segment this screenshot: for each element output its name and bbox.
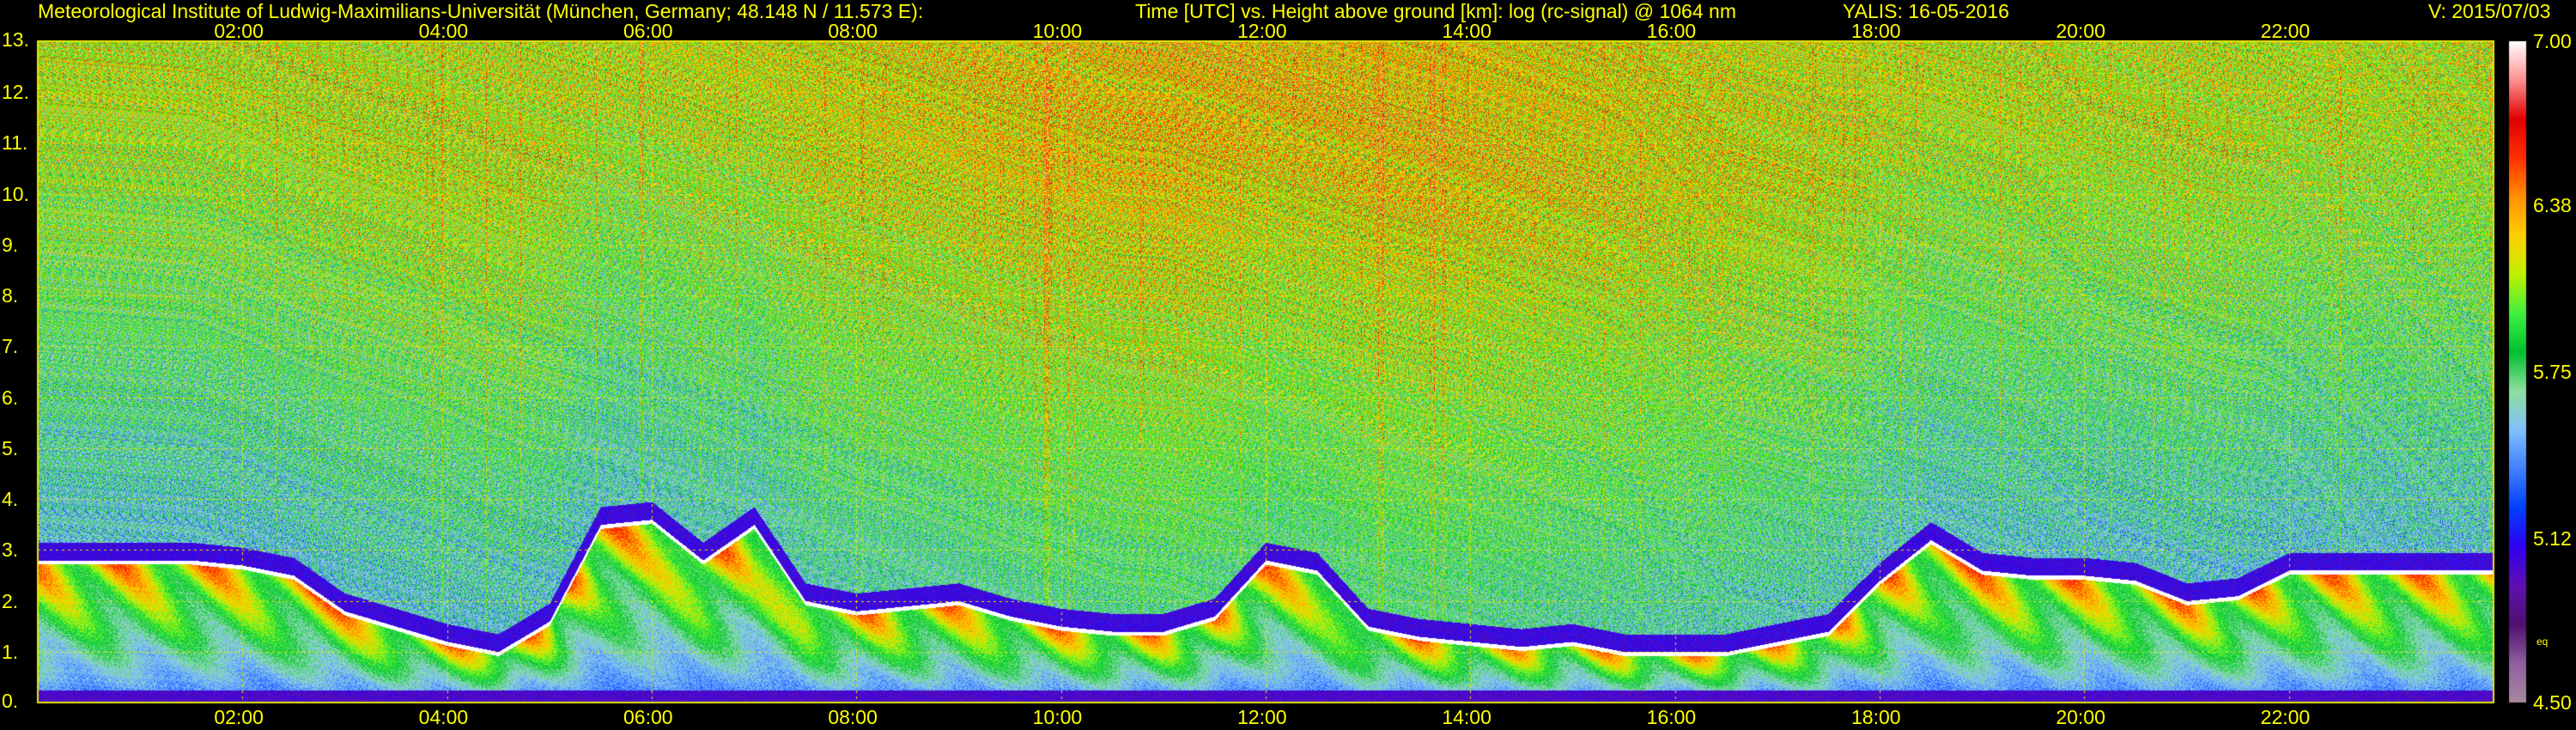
x-tick-label-bottom: 14:00 <box>1442 706 1492 728</box>
y-tick-label: 11. <box>2 131 28 155</box>
x-tick-label-top: 04:00 <box>418 20 469 42</box>
x-tick-label-bottom: 22:00 <box>2260 706 2311 728</box>
y-tick-label: 9. <box>2 233 19 256</box>
x-tick-label-top: 16:00 <box>1646 20 1697 42</box>
institute-title: Meteorological Institute of Ludwig-Maxim… <box>38 0 924 22</box>
colorbar-tick-label: 5.75 <box>2533 361 2572 383</box>
y-tick-label: 6. <box>2 386 19 409</box>
y-tick-label: 13. <box>2 28 29 51</box>
x-tick-label-bottom: 18:00 <box>1851 706 1901 728</box>
x-tick-label-top: 06:00 <box>623 20 673 42</box>
colorbar-tick-label: 4.50 <box>2533 691 2572 714</box>
x-tick-label-bottom: 06:00 <box>623 706 673 728</box>
colorbar-tick-label: 5.12 <box>2533 527 2572 551</box>
lidar-heatmap <box>0 0 2576 730</box>
x-tick-label-bottom: 10:00 <box>1032 706 1083 728</box>
x-tick-label-top: 12:00 <box>1237 20 1287 42</box>
x-tick-label-top: 20:00 <box>2056 20 2105 42</box>
colorbar-tick-label: 7.00 <box>2533 30 2572 52</box>
x-tick-label-bottom: 02:00 <box>214 706 264 728</box>
x-tick-label-top: 10:00 <box>1032 20 1083 42</box>
x-tick-label-bottom: 08:00 <box>828 706 878 728</box>
y-tick-label: 1. <box>2 640 19 663</box>
y-tick-label: 3. <box>2 538 19 562</box>
x-tick-label-bottom: 12:00 <box>1237 706 1287 728</box>
y-tick-label: 0. <box>2 690 19 712</box>
colorbar-note: eq <box>2537 636 2549 648</box>
y-tick-label: 8. <box>2 284 19 307</box>
x-tick-label-bottom: 04:00 <box>418 706 469 728</box>
x-tick-label-top: 08:00 <box>828 20 878 42</box>
y-tick-label: 2. <box>2 589 19 612</box>
x-tick-label-top: 02:00 <box>214 20 264 42</box>
version-label: V: 2015/07/03 <box>2428 0 2551 22</box>
x-tick-label-top: 14:00 <box>1442 20 1492 42</box>
colorbar-tick-label: 6.38 <box>2533 193 2572 216</box>
y-tick-label: 7. <box>2 335 19 358</box>
x-tick-label-bottom: 20:00 <box>2056 706 2105 728</box>
chart-title: Time [UTC] vs. Height above ground [km]:… <box>1135 0 1736 22</box>
y-tick-label: 12. <box>2 81 29 104</box>
x-tick-label-top: 22:00 <box>2260 20 2311 42</box>
y-tick-label: 10. <box>2 182 29 205</box>
x-tick-label-bottom: 16:00 <box>1646 706 1697 728</box>
y-tick-label: 4. <box>2 488 19 511</box>
y-tick-label: 5. <box>2 436 19 459</box>
x-tick-label-top: 18:00 <box>1851 20 1901 42</box>
